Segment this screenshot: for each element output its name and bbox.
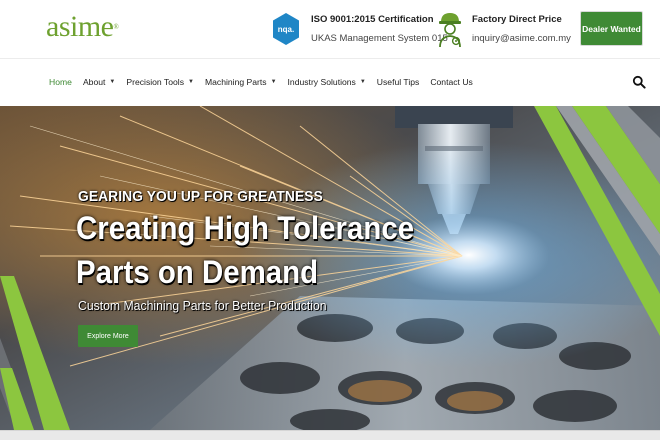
nav-item-label: Home — [49, 77, 72, 87]
nav-item-label: About — [82, 77, 106, 87]
registered-mark: ® — [113, 23, 119, 31]
worker-icon — [439, 13, 461, 48]
nav-item-home[interactable]: Home — [49, 77, 72, 87]
logo-text[interactable]: asime — [46, 10, 114, 43]
contact-email[interactable]: inquiry@asime.com.my — [472, 33, 571, 44]
nav-item-contact-us[interactable]: Contact Us — [430, 77, 473, 87]
chevron-down-icon: ▼ — [359, 79, 366, 85]
site-logo[interactable]: asime® — [46, 10, 119, 43]
nav-item-label: Useful Tips — [376, 77, 420, 87]
nav-item-about[interactable]: About ▼ — [83, 77, 115, 87]
hero-subtitle: Custom Machining Parts for Better Produc… — [78, 298, 327, 313]
nav-menu: Home About ▼ Precision Tools ▼ Machining P… — [49, 59, 484, 105]
nav-item-label: Contact Us — [430, 77, 473, 87]
site-header: asime® nqa. ISO 9001:2015 Certification … — [0, 0, 660, 58]
nav-item-machining-parts[interactable]: Machining Parts ▼ — [205, 77, 277, 87]
chevron-down-icon: ▼ — [270, 79, 277, 85]
nav-item-label: Industry Solutions — [287, 77, 356, 87]
search-icon[interactable] — [632, 75, 646, 89]
main-navigation: Home About ▼ Precision Tools ▼ Machining P… — [0, 58, 660, 106]
chevron-down-icon: ▼ — [188, 79, 194, 85]
nqa-certification-icon: nqa. — [273, 13, 299, 45]
factory-price-title: Factory Direct Price — [472, 14, 562, 25]
dealer-wanted-button[interactable]: Dealer Wanted — [580, 11, 643, 46]
hero-banner: GEARING YOU UP FOR GREATNESS Creating Hi… — [0, 106, 660, 430]
chevron-down-icon: ▼ — [109, 79, 116, 85]
nav-item-industry-solutions[interactable]: Industry Solutions ▼ — [288, 77, 366, 87]
nav-item-useful-tips[interactable]: Useful Tips — [377, 77, 420, 87]
certification-title: ISO 9001:2015 Certification — [311, 14, 434, 25]
hero-title-line1: Creating High Tolerance — [76, 210, 415, 246]
hero-kicker: GEARING YOU UP FOR GREATNESS — [78, 188, 323, 205]
certification-subtitle: UKAS Management System 015 — [311, 33, 448, 44]
nqa-badge-text: nqa. — [278, 25, 294, 34]
section-divider — [0, 430, 660, 440]
explore-more-button[interactable]: Explore More — [78, 325, 138, 347]
nav-item-label: Machining Parts — [204, 77, 267, 87]
nav-item-label: Precision Tools — [126, 77, 184, 87]
nav-item-precision-tools[interactable]: Precision Tools ▼ — [126, 77, 194, 87]
hero-title-line2: Parts on Demand — [76, 254, 319, 290]
